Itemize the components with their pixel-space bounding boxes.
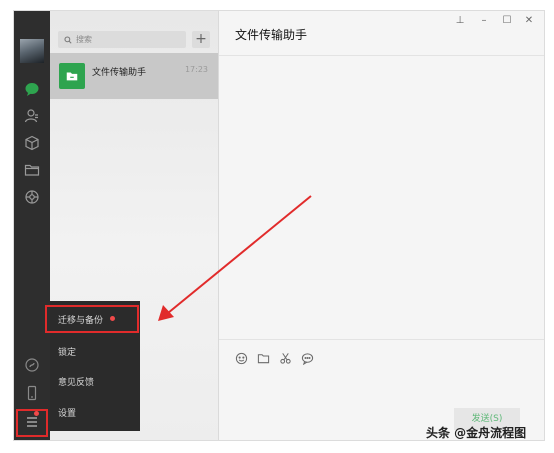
file-icon[interactable]: [257, 350, 270, 364]
sidebar-rail: [14, 11, 50, 440]
search-icon: [64, 35, 72, 44]
menu-item-feedback[interactable]: 意见反馈: [50, 369, 140, 397]
phone-icon[interactable]: [22, 383, 42, 403]
chat-area: 文件传输助手 ⊥ – ☐ ✕ 发送(S): [219, 11, 544, 440]
pin-button[interactable]: ⊥: [453, 15, 467, 26]
avatar[interactable]: [20, 39, 44, 63]
highlight-migrate-backup: [45, 305, 139, 333]
chat-icon[interactable]: [22, 79, 42, 99]
watermark: 头条 @金舟流程图: [426, 426, 527, 440]
contacts-icon[interactable]: [22, 106, 42, 126]
search-input[interactable]: 搜索: [58, 31, 186, 48]
add-button[interactable]: +: [192, 31, 210, 48]
wechat-window: 搜索 + 文件传输助手 17:23 迁移与备份 锁定 意见反馈 设置 文件传输助…: [13, 10, 545, 441]
highlight-menu-button: [16, 409, 48, 437]
box-icon[interactable]: [22, 133, 42, 153]
title-divider: [219, 55, 544, 56]
emoji-icon[interactable]: [235, 350, 248, 365]
maximize-button[interactable]: ☐: [500, 15, 514, 26]
list-item[interactable]: 文件传输助手 17:23: [50, 53, 218, 99]
moments-icon[interactable]: [22, 187, 42, 207]
session-name: 文件传输助手: [92, 68, 147, 78]
chat-history-icon[interactable]: [301, 350, 314, 366]
close-button[interactable]: ✕: [522, 15, 536, 26]
folder-icon[interactable]: [22, 160, 42, 180]
menu-item-lock[interactable]: 锁定: [50, 339, 140, 367]
mini-program-icon[interactable]: [22, 355, 42, 375]
file-transfer-icon: [59, 63, 85, 89]
session-time: 17:23: [184, 65, 208, 74]
minimize-button[interactable]: –: [477, 15, 491, 26]
chat-title: 文件传输助手: [235, 28, 308, 42]
menu-item-settings[interactable]: 设置: [50, 400, 140, 428]
screenshot-icon[interactable]: [279, 350, 292, 364]
search-placeholder: 搜索: [76, 35, 92, 44]
